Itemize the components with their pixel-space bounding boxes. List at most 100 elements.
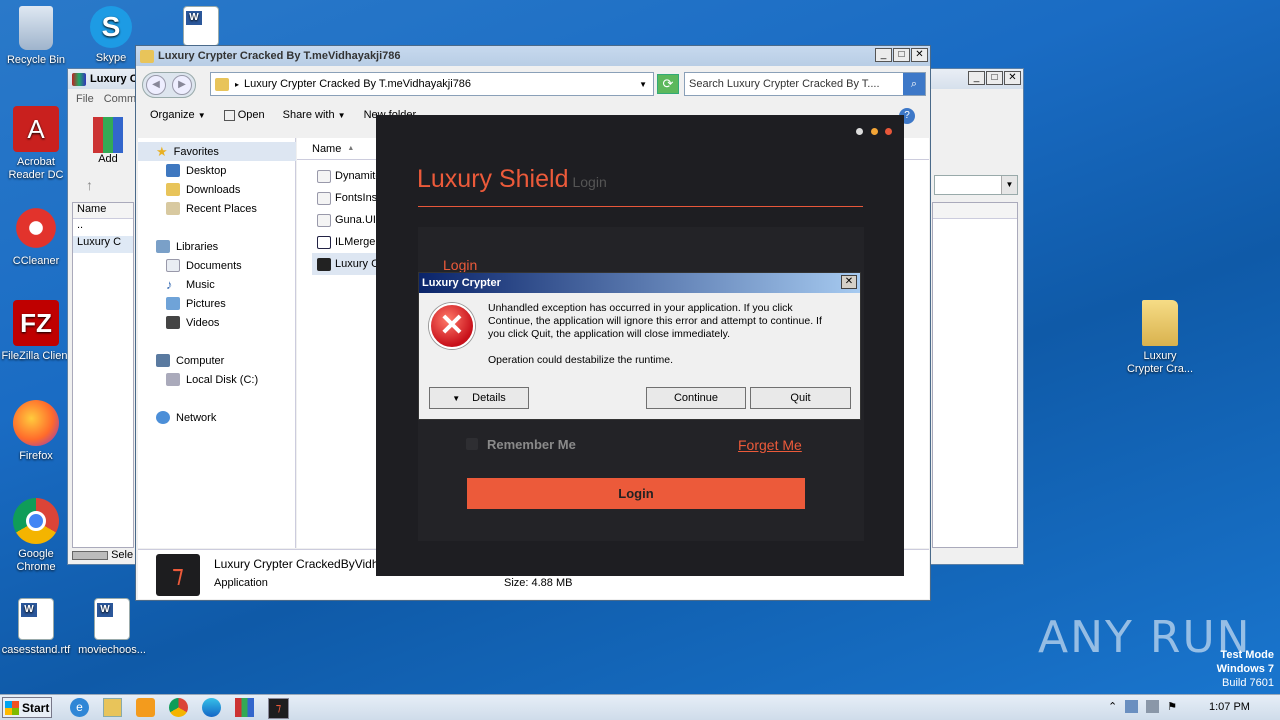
winrar-path-combo[interactable]: ▼ bbox=[934, 175, 1018, 195]
error-icon: ✕ bbox=[429, 303, 475, 349]
back-arrow-icon[interactable]: ◀ bbox=[146, 75, 166, 95]
login-button-label: Login bbox=[618, 486, 654, 501]
winrar-title: Luxury C bbox=[90, 73, 138, 85]
nav-videos[interactable]: Videos bbox=[156, 313, 296, 332]
details-size: Size: 4.88 MB bbox=[504, 577, 573, 589]
share-with-button[interactable]: Share with ▼ bbox=[283, 109, 346, 121]
desktop-icon-ccleaner[interactable]: CCleaner bbox=[0, 205, 72, 268]
maximize-button[interactable]: □ bbox=[893, 48, 910, 62]
chevron-right-icon: ▸ bbox=[235, 79, 240, 89]
continue-label: Continue bbox=[673, 392, 719, 404]
computer-icon bbox=[156, 354, 170, 367]
media-player-icon[interactable] bbox=[136, 698, 155, 717]
search-input[interactable]: Search Luxury Crypter Cracked By T.... ⌕ bbox=[684, 72, 926, 96]
file-icon bbox=[317, 169, 331, 183]
maximize-button[interactable]: □ bbox=[986, 71, 1003, 85]
file-icon bbox=[317, 213, 331, 227]
nav-network[interactable]: Network bbox=[156, 408, 296, 427]
start-button[interactable]: Start bbox=[2, 697, 52, 718]
error-dialog[interactable]: Luxury Crypter ✕ ✕ Unhandled exception h… bbox=[418, 272, 861, 420]
network-icon[interactable] bbox=[1125, 700, 1139, 713]
nav-computer[interactable]: Computer bbox=[156, 351, 296, 370]
chevron-down-icon[interactable]: ▼ bbox=[639, 80, 647, 89]
nav-libraries[interactable]: Libraries bbox=[156, 237, 296, 256]
window-dot-yellow[interactable] bbox=[871, 128, 878, 135]
luxury-app-icon[interactable]: ⁊ bbox=[268, 698, 289, 719]
desktop-icon-label: Luxury Crypter Cra... bbox=[1126, 350, 1193, 375]
search-icon[interactable]: ⌕ bbox=[903, 73, 925, 95]
address-bar[interactable]: ▸ Luxury Crypter Cracked By T.meVidhayak… bbox=[210, 72, 654, 96]
chevron-down-icon: ▼ bbox=[452, 393, 461, 403]
nav-music[interactable]: ♪ Music bbox=[156, 275, 296, 294]
nav-label: Recent Places bbox=[186, 202, 257, 215]
nav-label: Desktop bbox=[186, 164, 227, 177]
network-icon bbox=[156, 411, 170, 424]
forget-me-link[interactable]: Forget Me bbox=[738, 437, 802, 453]
winrar-file-list[interactable]: Name .. Luxury C bbox=[72, 202, 134, 548]
close-button[interactable]: ✕ bbox=[1004, 71, 1021, 85]
desktop-icon-firefox[interactable]: Firefox bbox=[0, 400, 72, 463]
explorer-titlebar[interactable]: Luxury Crypter Cracked By T.meVidhayakji… bbox=[136, 46, 930, 66]
close-button[interactable]: ✕ bbox=[911, 48, 928, 62]
taskbar: Start e ⁊ ⌃ ⚑ 1:07 PM bbox=[0, 694, 1280, 720]
table-row[interactable]: .. bbox=[73, 219, 133, 236]
window-dot-grey[interactable] bbox=[856, 128, 863, 135]
chrome-icon[interactable] bbox=[169, 698, 188, 717]
open-button[interactable]: Open bbox=[223, 109, 265, 121]
dialog-close-button[interactable]: ✕ bbox=[841, 275, 857, 289]
desktop-icon-acrobat[interactable]: A Acrobat Reader DC bbox=[0, 106, 72, 182]
remember-me-label[interactable]: Remember Me bbox=[487, 437, 576, 452]
menu-file[interactable]: File bbox=[76, 93, 94, 105]
refresh-icon[interactable]: ⟳ bbox=[657, 74, 679, 94]
explorer-icon[interactable] bbox=[103, 698, 122, 717]
winrar-icon[interactable] bbox=[235, 698, 254, 717]
desktop-icon-casesstand[interactable]: W casesstand.rtf bbox=[0, 598, 72, 657]
action-center-flag-icon[interactable]: ⚑ bbox=[1167, 700, 1177, 713]
details-label: Details bbox=[472, 392, 506, 404]
nav-recent[interactable]: Recent Places bbox=[156, 199, 296, 218]
chrome-icon bbox=[13, 498, 59, 544]
clock[interactable]: 1:07 PM bbox=[1209, 701, 1250, 713]
organize-button[interactable]: Organize ▼ bbox=[150, 109, 206, 121]
details-button[interactable]: ▼ Details bbox=[429, 387, 529, 409]
winrar-add-button[interactable]: Add bbox=[88, 117, 128, 165]
nav-label: Downloads bbox=[186, 183, 241, 196]
books-icon bbox=[93, 117, 123, 153]
up-arrow-icon[interactable]: ↑ bbox=[86, 177, 93, 193]
window-dot-red[interactable] bbox=[885, 128, 892, 135]
ie-icon[interactable]: e bbox=[70, 698, 89, 717]
nav-desktop[interactable]: Desktop bbox=[156, 161, 296, 180]
nav-pictures[interactable]: Pictures bbox=[156, 294, 296, 313]
dialog-titlebar[interactable]: Luxury Crypter bbox=[419, 273, 860, 293]
menu-commands[interactable]: Comm bbox=[104, 93, 136, 105]
winrar-col-name[interactable]: Name bbox=[73, 203, 133, 219]
nav-documents[interactable]: Documents bbox=[156, 256, 296, 275]
minimize-button[interactable]: _ bbox=[968, 71, 985, 85]
desktop-icon-chrome[interactable]: Google Chrome bbox=[0, 498, 72, 574]
volume-icon[interactable] bbox=[1146, 700, 1160, 713]
music-icon: ♪ bbox=[166, 277, 173, 292]
navigation-pane: ★ Favorites Desktop Downloads Recent Plac… bbox=[138, 138, 296, 548]
chevron-up-icon[interactable]: ⌃ bbox=[1108, 700, 1117, 713]
desktop-icon-luxury-folder[interactable]: Luxury Crypter Cra... bbox=[1124, 300, 1196, 376]
winrar-list-right bbox=[932, 202, 1018, 548]
os-text: Windows 7 bbox=[1216, 663, 1274, 675]
desktop-icon-moviechoos[interactable]: W moviechoos... bbox=[76, 598, 148, 657]
pictures-icon bbox=[166, 297, 180, 310]
nav-favorites[interactable]: ★ Favorites bbox=[138, 142, 296, 161]
desktop-icon-recycle-bin[interactable]: Recycle Bin bbox=[0, 6, 72, 67]
quit-button[interactable]: Quit bbox=[750, 387, 851, 409]
continue-button[interactable]: Continue bbox=[646, 387, 746, 409]
file-name: ILMerge. bbox=[335, 236, 379, 248]
nav-local-disk[interactable]: Local Disk (C:) bbox=[156, 370, 296, 389]
remember-me-checkbox[interactable] bbox=[466, 438, 478, 450]
forward-arrow-icon[interactable]: ▶ bbox=[172, 75, 192, 95]
table-row[interactable]: Luxury C bbox=[73, 236, 133, 253]
edge-icon[interactable] bbox=[202, 698, 221, 717]
desktop-icon-label: moviechoos... bbox=[78, 644, 146, 656]
login-button[interactable]: Login bbox=[467, 478, 805, 509]
desktop-icon-filezilla[interactable]: FZ FileZilla Client bbox=[0, 300, 72, 363]
nav-downloads[interactable]: Downloads bbox=[156, 180, 296, 199]
desktop-icon-word-top[interactable]: W bbox=[165, 6, 237, 50]
minimize-button[interactable]: _ bbox=[875, 48, 892, 62]
